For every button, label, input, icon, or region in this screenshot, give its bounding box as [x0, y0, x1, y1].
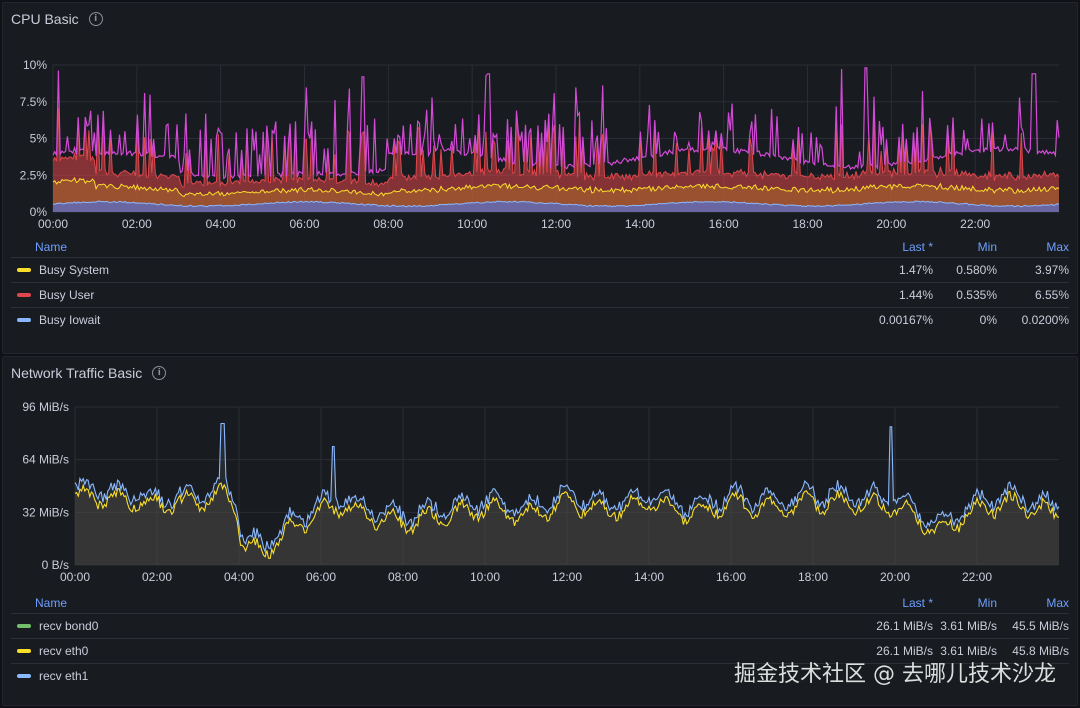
series-name: recv eth1	[39, 669, 89, 683]
y-tick-label: 96 MiB/s	[22, 400, 69, 414]
x-tick-label: 12:00	[541, 217, 571, 231]
series-area-recv-eth0	[75, 483, 1059, 565]
x-tick-label: 16:00	[716, 570, 746, 584]
cpu-panel-header[interactable]: CPU Basic i	[11, 11, 103, 27]
series-name: Busy User	[39, 288, 95, 302]
legend-row-busy-iowait[interactable]: Busy Iowait 0.00167% 0% 0.0200%	[11, 307, 1069, 332]
x-tick-label: 16:00	[709, 217, 739, 231]
legend-row-busy-system[interactable]: Busy System 1.47% 0.580% 3.97%	[11, 257, 1069, 282]
legend-header-max[interactable]: Max	[997, 596, 1069, 610]
x-tick-label: 18:00	[792, 217, 822, 231]
series-last: 26.1 MiB/s	[876, 619, 933, 633]
x-tick-label: 06:00	[306, 570, 336, 584]
x-tick-label: 04:00	[206, 217, 236, 231]
x-tick-label: 22:00	[960, 217, 990, 231]
series-name: recv eth0	[39, 644, 89, 658]
series-last: 1.47%	[898, 263, 933, 277]
x-tick-label: 20:00	[880, 570, 910, 584]
series-min: 3.61 MiB/s	[940, 619, 997, 633]
x-tick-label: 14:00	[625, 217, 655, 231]
x-tick-label: 10:00	[457, 217, 487, 231]
cpu-legend-header: Name Last * Min Max	[11, 237, 1069, 257]
y-tick-label: 2.5%	[20, 168, 48, 182]
series-max: 45.5 MiB/s	[1012, 619, 1069, 633]
x-tick-label: 14:00	[634, 570, 664, 584]
x-tick-label: 20:00	[876, 217, 906, 231]
x-tick-label: 00:00	[38, 217, 68, 231]
legend-header-last[interactable]: Last *	[853, 596, 933, 610]
x-tick-label: 08:00	[373, 217, 403, 231]
cpu-legend: Name Last * Min Max Busy System 1.47% 0.…	[11, 237, 1069, 332]
series-color-swatch	[17, 268, 31, 272]
x-tick-label: 10:00	[470, 570, 500, 584]
net-panel-header[interactable]: Network Traffic Basic i	[11, 365, 167, 381]
series-name: recv bond0	[39, 619, 99, 633]
series-name: Busy Iowait	[39, 313, 101, 327]
y-tick-label: 7.5%	[20, 95, 48, 109]
x-tick-label: 02:00	[142, 570, 172, 584]
series-color-swatch	[17, 674, 31, 678]
series-last: 1.44%	[898, 288, 933, 302]
legend-header-last[interactable]: Last *	[853, 240, 933, 254]
x-tick-label: 18:00	[798, 570, 828, 584]
watermark: 掘金技术社区 @ 去哪儿技术沙龙	[734, 662, 1056, 687]
series-name: Busy System	[39, 263, 110, 277]
series-color-swatch	[17, 293, 31, 297]
net-legend-header: Name Last * Min Max	[11, 593, 1069, 613]
legend-header-max[interactable]: Max	[997, 240, 1069, 254]
x-tick-label: 04:00	[224, 570, 254, 584]
legend-header-min[interactable]: Min	[933, 596, 997, 610]
info-icon[interactable]: i	[88, 12, 103, 26]
y-tick-label: 5%	[30, 132, 48, 146]
series-min: 0.535%	[956, 288, 997, 302]
series-min: 0%	[979, 313, 997, 327]
series-max: 6.55%	[1034, 288, 1069, 302]
series-color-swatch	[17, 318, 31, 322]
x-tick-label: 22:00	[962, 570, 992, 584]
net-panel-title: Network Traffic Basic	[11, 365, 143, 381]
y-tick-label: 32 MiB/s	[22, 505, 69, 519]
x-tick-label: 12:00	[552, 570, 582, 584]
y-tick-label: 10%	[23, 58, 47, 72]
x-tick-label: 08:00	[388, 570, 418, 584]
y-tick-label: 64 MiB/s	[22, 453, 69, 467]
legend-header-name[interactable]: Name	[11, 240, 853, 254]
legend-header-name[interactable]: Name	[11, 596, 853, 610]
x-tick-label: 02:00	[122, 217, 152, 231]
cpu-panel-title: CPU Basic	[11, 11, 79, 27]
network-traffic-panel: Network Traffic Basic i 0 B/s 32 MiB/s 64 …	[2, 356, 1078, 706]
series-color-swatch	[17, 624, 31, 628]
legend-header-min[interactable]: Min	[933, 240, 997, 254]
series-last: 0.00167%	[878, 313, 933, 327]
network-chart[interactable]: 0 B/s32 MiB/s64 MiB/s96 MiB/s00:00 02:00 0…	[3, 393, 1079, 593]
series-max: 3.97%	[1034, 263, 1069, 277]
x-tick-label: 06:00	[289, 217, 319, 231]
cpu-basic-panel: CPU Basic i 0% 2.5% 5% 7.5% 10% 00:00 02:00 04:…	[2, 2, 1078, 354]
cpu-chart[interactable]: 0%2.5%5%7.5%10%00:00 02:00 04:00 06:00 08:00…	[3, 43, 1079, 237]
series-color-swatch	[17, 649, 31, 653]
legend-row-busy-user[interactable]: Busy User 1.44% 0.535% 6.55%	[11, 282, 1069, 307]
series-min: 0.580%	[956, 263, 997, 277]
series-max: 0.0200%	[1021, 313, 1069, 327]
info-icon[interactable]: i	[152, 366, 167, 380]
x-tick-label: 00:00	[60, 570, 90, 584]
legend-row-recv-bond0[interactable]: recv bond0 26.1 MiB/s 3.61 MiB/s 45.5 Mi…	[11, 613, 1069, 638]
